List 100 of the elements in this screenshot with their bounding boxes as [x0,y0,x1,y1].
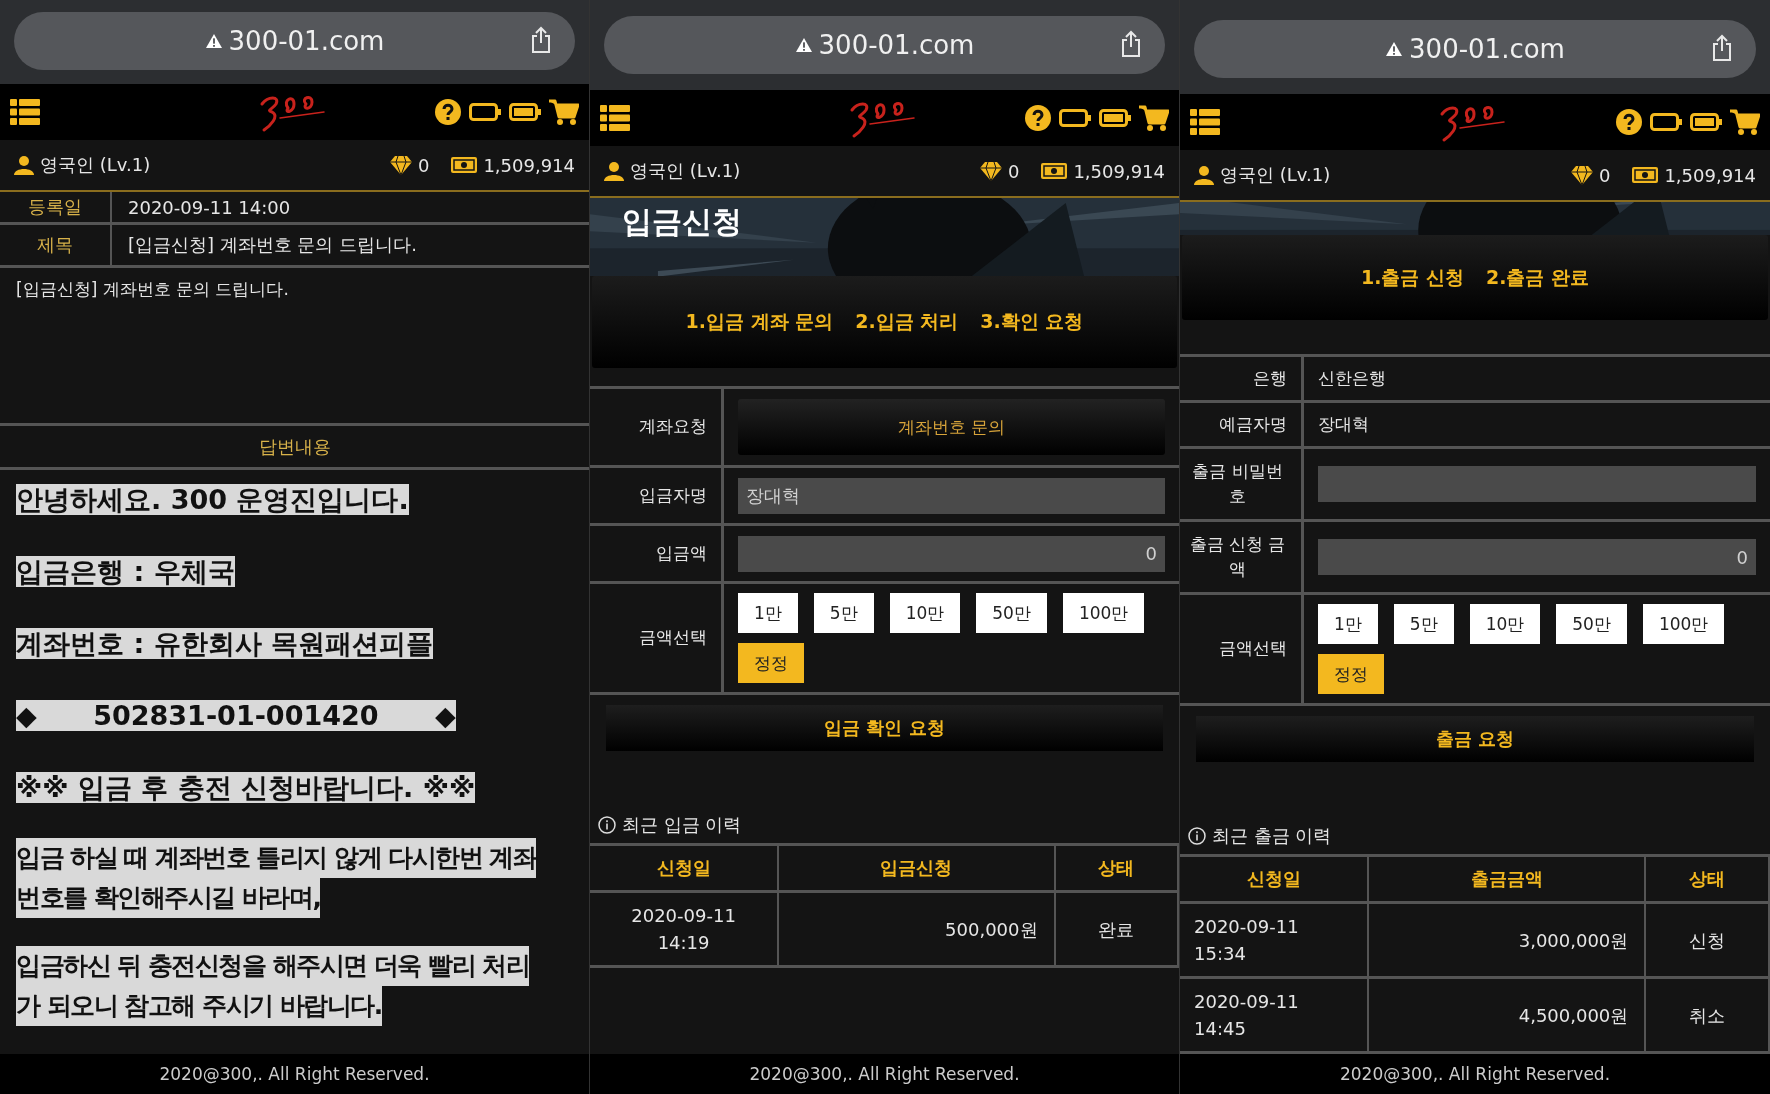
field-label: 금액선택 [590,584,724,692]
field-label: 은행 [1180,357,1304,400]
amount-chip[interactable]: 50만 [1556,604,1627,644]
battery-full-icon[interactable] [509,103,541,121]
battery-empty-icon[interactable] [469,103,501,121]
user-icon [14,155,34,175]
share-icon[interactable] [1119,30,1143,58]
history-title: 최근 출금 이력 [1212,824,1332,848]
balance-value: 1,509,914 [1664,164,1756,186]
url-text: 300-01.com [228,26,385,56]
info-icon [598,816,616,834]
cash-icon [1041,163,1068,179]
warning-icon [204,33,223,49]
reset-button[interactable]: 정정 [1318,654,1384,694]
user-name: 영국인 (Lv.1) [1220,163,1331,187]
cash-icon [1632,167,1659,183]
user-icon [604,161,624,181]
amount-chip[interactable]: 5만 [813,593,874,633]
table-cell: 3,000,000원 [1368,902,1646,978]
input-field[interactable]: 장대혁 [738,477,1165,514]
field-label: 예금자명 [1180,403,1304,446]
url-text: 300-01.com [1409,34,1565,64]
table-cell: 2020-09-11 14:19 [590,891,779,967]
battery-full-icon[interactable] [1690,113,1722,131]
warning-icon [794,37,813,53]
field-label: 입금액 [590,526,724,581]
step-label: 2.입금 처리 [855,309,959,334]
amount-chip[interactable]: 1만 [738,593,798,633]
cart-icon[interactable] [549,98,579,126]
field-label: 등록일 [0,192,112,223]
step-label: 2.출금 완료 [1486,264,1590,290]
field-label: 출금 비밀번호 [1180,449,1304,519]
warning-icon [1385,41,1404,57]
amount-chip[interactable]: 1만 [1318,604,1378,644]
points-value: 0 [1598,164,1611,186]
balance-value: 1,509,914 [483,154,575,176]
help-icon[interactable] [1025,105,1051,131]
history-title: 최근 입금 이력 [622,813,742,837]
points-value: 0 [417,154,430,176]
user-name: 영국인 (Lv.1) [40,153,151,177]
battery-empty-icon[interactable] [1650,113,1682,131]
column-header: 상태 [1054,844,1178,892]
field-label: 출금 신청 금액 [1180,522,1304,592]
user-name: 영국인 (Lv.1) [630,159,741,183]
amount-chip[interactable]: 50만 [976,593,1047,633]
amount-field[interactable]: 0 [738,535,1165,572]
user-icon [1194,165,1214,185]
account-inquiry-button[interactable]: 계좌번호 문의 [738,399,1165,455]
step-label: 1.출금 신청 [1360,264,1464,290]
column-header: 신청일 [590,844,779,892]
password-field[interactable] [1318,466,1756,502]
footer-text: 2020@300,. All Right Reserved. [590,1054,1179,1094]
share-icon[interactable] [1710,34,1734,62]
column-header: 신청일 [1180,855,1369,903]
amount-chip[interactable]: 5만 [1393,604,1454,644]
field-label: 계좌요청 [590,389,724,465]
field-label: 제목 [0,225,112,266]
field-label: 입금자명 [590,468,724,523]
cart-icon[interactable] [1730,108,1760,136]
column-header: 상태 [1645,855,1769,903]
submit-button[interactable]: 출금 요청 [1196,716,1754,762]
column-header: 입금신청 [778,844,1055,892]
table-cell: 500,000원 [778,891,1055,967]
share-icon[interactable] [529,26,553,54]
field-label: 금액선택 [1180,595,1304,703]
menu-icon[interactable] [1190,109,1220,135]
points-value: 0 [1007,160,1020,182]
reset-button[interactable]: 정정 [738,643,804,683]
battery-full-icon[interactable] [1099,109,1131,127]
address-bar[interactable]: 300-01.com [1194,20,1756,78]
answer-heading: 답변내용 [0,426,589,470]
submit-button[interactable]: 입금 확인 요청 [606,705,1163,751]
table-cell: 2020-09-11 15:34 [1180,902,1369,978]
address-bar[interactable]: 300-01.com [14,12,575,70]
menu-icon[interactable] [600,105,630,131]
question-text: [입금신청] 계좌번호 문의 드립니다. [16,279,289,300]
field-value: 2020-09-11 14:00 [127,195,291,220]
amount-chip[interactable]: 10만 [889,593,961,633]
cash-icon [451,157,478,173]
amount-chip[interactable]: 100만 [1642,604,1725,644]
step-label: 1.입금 계좌 문의 [685,309,834,334]
footer-text: 2020@300,. All Right Reserved. [0,1054,589,1094]
table-cell: 신청 [1645,902,1769,978]
help-icon[interactable] [1616,109,1642,135]
gem-icon [979,161,1002,181]
menu-icon[interactable] [10,99,40,125]
gem-icon [1570,165,1593,185]
column-header: 출금금액 [1368,855,1646,903]
field-value: 신한은행 [1318,367,1386,390]
amount-chip[interactable]: 100만 [1062,593,1145,633]
info-icon [1188,827,1206,845]
battery-empty-icon[interactable] [1059,109,1091,127]
balance-value: 1,509,914 [1073,160,1165,182]
address-bar[interactable]: 300-01.com [604,16,1165,74]
amount-field[interactable]: 0 [1318,539,1756,575]
cart-icon[interactable] [1139,104,1169,132]
help-icon[interactable] [435,99,461,125]
step-label: 3.확인 요청 [980,309,1084,334]
url-text: 300-01.com [818,30,975,60]
amount-chip[interactable]: 10만 [1469,604,1541,644]
